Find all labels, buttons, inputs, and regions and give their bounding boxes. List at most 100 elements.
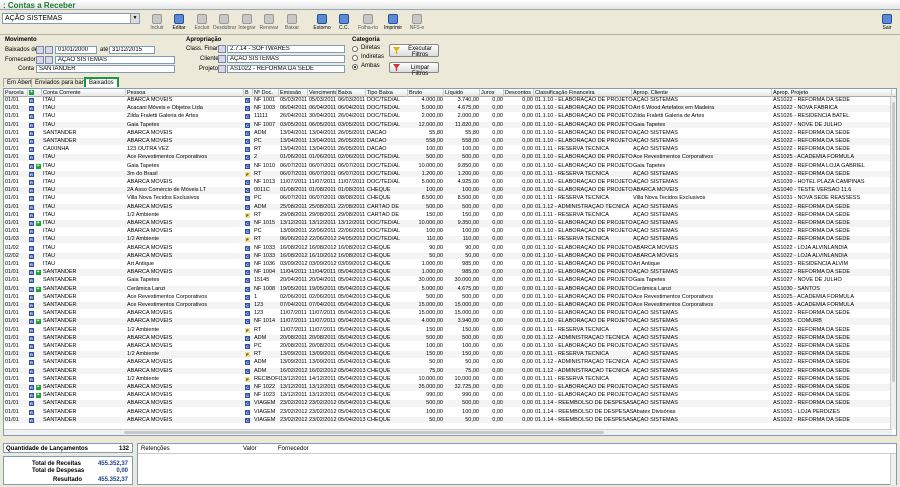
horizontal-scrollbar[interactable] bbox=[4, 429, 892, 435]
table-row[interactable]: 01/01 R + SANTANDER ABARCA MÓVEIS C NF 1023 13… bbox=[4, 392, 892, 399]
vertical-scrollbar[interactable] bbox=[890, 97, 896, 429]
table-row[interactable]: 01/01 R SANTANDER ABARCA MÓVEIS C 123 11/07/20… bbox=[4, 310, 892, 317]
toolbar-button-6[interactable]: Renovar bbox=[258, 13, 280, 34]
table-row[interactable]: 01/01 R SANTANDER 1/2 Ambiente F RT 13/09/2011… bbox=[4, 351, 892, 358]
table-row[interactable]: 01/01 R SANTANDER 1/2 Ambiente F RT 11/07/2011… bbox=[4, 327, 892, 334]
column-header[interactable]: Emissão bbox=[279, 89, 308, 97]
column-header[interactable]: Vencimento bbox=[308, 89, 337, 97]
toolbar-button-2[interactable]: Editar bbox=[168, 13, 190, 34]
table-row[interactable]: 01/01 R SANTANDER ABARCA MÓVEIS C ADM 20/08/20… bbox=[4, 334, 892, 342]
table-row[interactable]: 01/01 R ITAU 2A Asso Comércio de Móveis LT C… bbox=[4, 187, 892, 194]
table-row[interactable]: 01/01 R + SANTANDER Cerâmica Lanzi C NF 1008 1… bbox=[4, 285, 892, 293]
tab-3[interactable]: Baixados bbox=[84, 77, 119, 87]
table-row[interactable]: 01/01 R SANTANDER ABARCA MÓVEIS C ADM 16/02/20… bbox=[4, 367, 892, 375]
date-from-input[interactable]: 01/01/2000 bbox=[55, 46, 97, 54]
column-header[interactable]: Classificação Financeira bbox=[534, 89, 632, 97]
table-row[interactable]: 01/01 R SANTANDER ABARCA MÓVEIS C VIAGEM 23/02… bbox=[4, 400, 892, 407]
toolbar-button-1[interactable]: Incluir bbox=[146, 13, 168, 34]
projeto-input[interactable]: AS1022 - REFORMA DA SEDE bbox=[227, 65, 345, 73]
column-header[interactable]: Bruto bbox=[408, 89, 444, 97]
date-to-input[interactable]: 31/12/2015 bbox=[109, 46, 155, 54]
table-row[interactable]: 01/01 R ITAU Art Antique C NF 1036 03/09/2012 0… bbox=[4, 261, 892, 268]
toolbar-button-10[interactable]: Folha-rio bbox=[357, 13, 379, 34]
column-header[interactable]: Baixa bbox=[337, 89, 366, 97]
column-header[interactable]: Descontos bbox=[504, 89, 534, 97]
table-row[interactable]: 01/01 R ITAU Ace Revestimentos Corporativos… bbox=[4, 154, 892, 161]
table-row[interactable]: 01/01 R + SANTANDER ABARCA MÓVEIS C NF 1014 11… bbox=[4, 318, 892, 325]
column-header[interactable]: Conta Corrente bbox=[42, 89, 126, 97]
cell-bruto: 500,00 bbox=[426, 400, 443, 407]
vertical-scrollbar[interactable] bbox=[890, 454, 896, 485]
table-row[interactable]: 01/01 R ITAU ABARCA MÓVEIS C NF 1013 11/07/201… bbox=[4, 179, 892, 186]
toolbar-button-8[interactable]: Estorno bbox=[311, 13, 333, 34]
limpar-filtros-button[interactable]: Limpar Filtros bbox=[389, 62, 439, 77]
search-icon[interactable] bbox=[45, 56, 53, 64]
table-row[interactable]: 01/01 R ITAU Acacani Móveis e Objetos Ltda C… bbox=[4, 105, 892, 112]
column-header[interactable]: Aprop. Projeto bbox=[772, 89, 892, 97]
table-row[interactable]: 01/01 R SANTANDER ABARCA MÓVEIS C VIAGEM 23/02… bbox=[4, 409, 892, 416]
table-row[interactable]: 01/01 R SANTANDER ABARCA MÓVEIS C ADM 13/04/20… bbox=[4, 130, 892, 137]
exit-button[interactable]: Sair bbox=[876, 13, 898, 34]
cell-liquido: 50,00 bbox=[465, 359, 479, 366]
company-select[interactable]: AÇÃO SISTEMAS ▼ bbox=[2, 13, 140, 24]
chevron-down-icon[interactable]: ▼ bbox=[130, 14, 139, 23]
column-header[interactable]: B bbox=[244, 89, 253, 97]
calendar-icon[interactable] bbox=[45, 46, 53, 54]
table-row[interactable]: 01/01 R + SANTANDER ABARCA MÓVEIS C NF 1004 11… bbox=[4, 269, 892, 276]
search-icon[interactable] bbox=[218, 45, 226, 53]
column-header[interactable]: Aprop. Cliente bbox=[632, 89, 772, 97]
table-row[interactable]: 01/01 R SANTANDER 1/2 Ambiente F RECIBOFOR13/… bbox=[4, 376, 892, 383]
table-row[interactable]: 01/01 R CAIXINHA 123 OUTRA VEZ C RT 13/04/2011… bbox=[4, 146, 892, 153]
table-row[interactable]: 01/01 R SANTANDER ABARCA MÓVEIS C VIAGEM 23/02… bbox=[4, 416, 892, 424]
lookup-icon[interactable] bbox=[36, 56, 44, 64]
table-row[interactable]: 01/02 R ITAU ABARCA MÓVEIS C NF 1033 16/08/201… bbox=[4, 245, 892, 252]
toolbar-button-5[interactable]: Integrar bbox=[236, 13, 258, 34]
table-row[interactable]: 01/01 R ITAU 3m do Brasil F RT 06/07/2011 06/07… bbox=[4, 170, 892, 178]
calendar-icon[interactable] bbox=[36, 46, 44, 54]
table-row[interactable]: 01/01 R ITAU Gaia Tapetes C NF 1007 03/05/2011… bbox=[4, 121, 892, 129]
add-icon[interactable]: + bbox=[29, 90, 34, 95]
column-header[interactable]: Parcela bbox=[4, 89, 28, 97]
column-header[interactable]: + bbox=[28, 89, 42, 97]
categoria-radio-1[interactable] bbox=[352, 46, 358, 52]
table-row[interactable]: 01/01 R SANTANDER ABARCA MÓVEIS C ADM 13/09/20… bbox=[4, 359, 892, 366]
column-header[interactable]: Juros bbox=[480, 89, 504, 97]
table-row[interactable]: 01/01 R + ITAU Gaia Tapetes C NF 1010 06/07/20… bbox=[4, 163, 892, 170]
table-row[interactable]: 01/01 R ITAU Villa Nova Tecidos Exclusivos C… bbox=[4, 195, 892, 202]
column-header[interactable]: Líquido bbox=[444, 89, 480, 97]
column-header[interactable]: Pessoa bbox=[126, 89, 244, 97]
column-header[interactable]: Nº Doc. bbox=[253, 89, 279, 97]
executar-filtros-button[interactable]: Executar Filtros bbox=[389, 44, 439, 58]
table-row[interactable]: 01/01 R ITAU ABARCA MÓVEIS C PC 13/09/2011 22/0… bbox=[4, 228, 892, 235]
toolbar-button-11[interactable]: Imprimir bbox=[382, 13, 404, 34]
categoria-radio-3[interactable] bbox=[352, 64, 358, 70]
conta-input[interactable]: SANTANDER bbox=[36, 65, 175, 73]
column-header[interactable]: Tipo Baixa bbox=[366, 89, 408, 97]
table-row[interactable]: 01/01 R SANTANDER Ace Revestimentos Corpora… bbox=[4, 302, 892, 309]
table-row[interactable]: 01/01 R ITAU ABARCA MÓVEIS C NF 1001 05/03/201… bbox=[4, 97, 892, 104]
toolbar-button-7[interactable]: Baixar bbox=[281, 13, 303, 34]
table-row[interactable]: 01/01 R ITAU 1/2 Ambiente F RT 29/08/2011 29/08… bbox=[4, 212, 892, 219]
table-row[interactable]: 01/01 R SANTANDER Ace Revestimentos Corpora… bbox=[4, 294, 892, 301]
search-icon[interactable] bbox=[218, 65, 226, 73]
toolbar-button-12[interactable]: NFS-e bbox=[406, 13, 428, 34]
categoria-radio-2[interactable] bbox=[352, 55, 358, 61]
table-row[interactable]: 01/01 R + SANTANDER ABARCA MÓVEIS C NF 1022 13… bbox=[4, 384, 892, 391]
cliente-input[interactable]: AÇÃO SISTEMAS bbox=[227, 55, 345, 63]
fornecedor-input[interactable]: AÇÃO SISTEMAS bbox=[55, 56, 175, 64]
search-icon[interactable] bbox=[218, 55, 226, 63]
table-row[interactable]: 01/01 R ITAU Zilda Fraletti Galeria de Arte… bbox=[4, 113, 892, 120]
scroll-thumb[interactable] bbox=[124, 431, 604, 434]
toolbar-button-9[interactable]: C.C. bbox=[333, 13, 355, 34]
table-row[interactable]: 01/01 R + ITAU ABARCA MÓVEIS C NF 1015 13/12/2… bbox=[4, 220, 892, 227]
toolbar-button-3[interactable]: Excluir bbox=[191, 13, 213, 34]
classfin-input[interactable]: 2.7.14 - SOFTWARES bbox=[227, 45, 345, 53]
table-row[interactable]: 01/03 R ITAU 1/2 Ambiente F RT 06/06/2012 22/06… bbox=[4, 236, 892, 243]
table-row[interactable]: 01/01 R SANTANDER Gaia Tapetes C 15145 20/04/2… bbox=[4, 277, 892, 284]
table-row[interactable]: 01/01 R SANTANDER ABARCA MÓVEIS C PC 13/04/201… bbox=[4, 138, 892, 145]
table-row[interactable]: 01/01 R SANTANDER ABARCA MÓVEIS C PC 20/08/201… bbox=[4, 343, 892, 350]
table-row[interactable]: 02/02 R ITAU ABARCA MÓVEIS C NF 1033 16/08/201… bbox=[4, 252, 892, 260]
toolbar-button-4[interactable]: Desdobrar bbox=[213, 13, 236, 34]
scroll-thumb[interactable] bbox=[892, 102, 895, 382]
table-row[interactable]: 01/01 R ITAU ABARCA MÓVEIS C ADM 25/08/2011 25/… bbox=[4, 203, 892, 211]
